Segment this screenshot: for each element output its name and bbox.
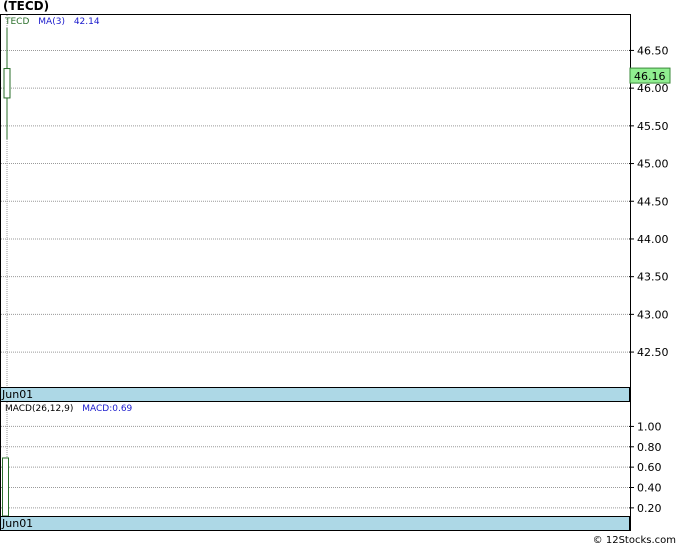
price-tick-label: 46.00 bbox=[637, 82, 669, 95]
price-tick-label: 42.50 bbox=[637, 346, 669, 359]
price-date-label: Jun01 bbox=[1, 388, 33, 401]
price-date-band bbox=[0, 387, 630, 402]
macd-tick-label: 0.60 bbox=[637, 461, 662, 474]
macd-tick-label: 0.40 bbox=[637, 482, 662, 495]
candle-body bbox=[3, 68, 11, 99]
macd-tick-label: 0.80 bbox=[637, 441, 662, 454]
macd-tick-label: 0.20 bbox=[637, 502, 662, 515]
price-tick-label: 43.50 bbox=[637, 271, 669, 284]
macd-bar bbox=[2, 457, 9, 517]
price-tick-label: 43.00 bbox=[637, 308, 669, 321]
chart-canvas: 46.50 46.00 45.50 45.00 44.50 44.00 43.50 43.00… bbox=[0, 15, 671, 531]
macd-tick-label: 1.00 bbox=[637, 420, 662, 433]
price-tick-label: 44.50 bbox=[637, 195, 669, 208]
price-tick-label: 45.00 bbox=[637, 158, 669, 171]
price-tick-label: 46.50 bbox=[637, 44, 669, 57]
price-tick-label: 44.00 bbox=[637, 233, 669, 246]
price-tick-label: 45.50 bbox=[637, 120, 669, 133]
macd-date-band bbox=[0, 516, 630, 531]
macd-date-label: Jun01 bbox=[1, 517, 33, 530]
footer-credit: © 12Stocks.com bbox=[592, 535, 676, 546]
current-price-label: 46.16 bbox=[634, 70, 666, 83]
